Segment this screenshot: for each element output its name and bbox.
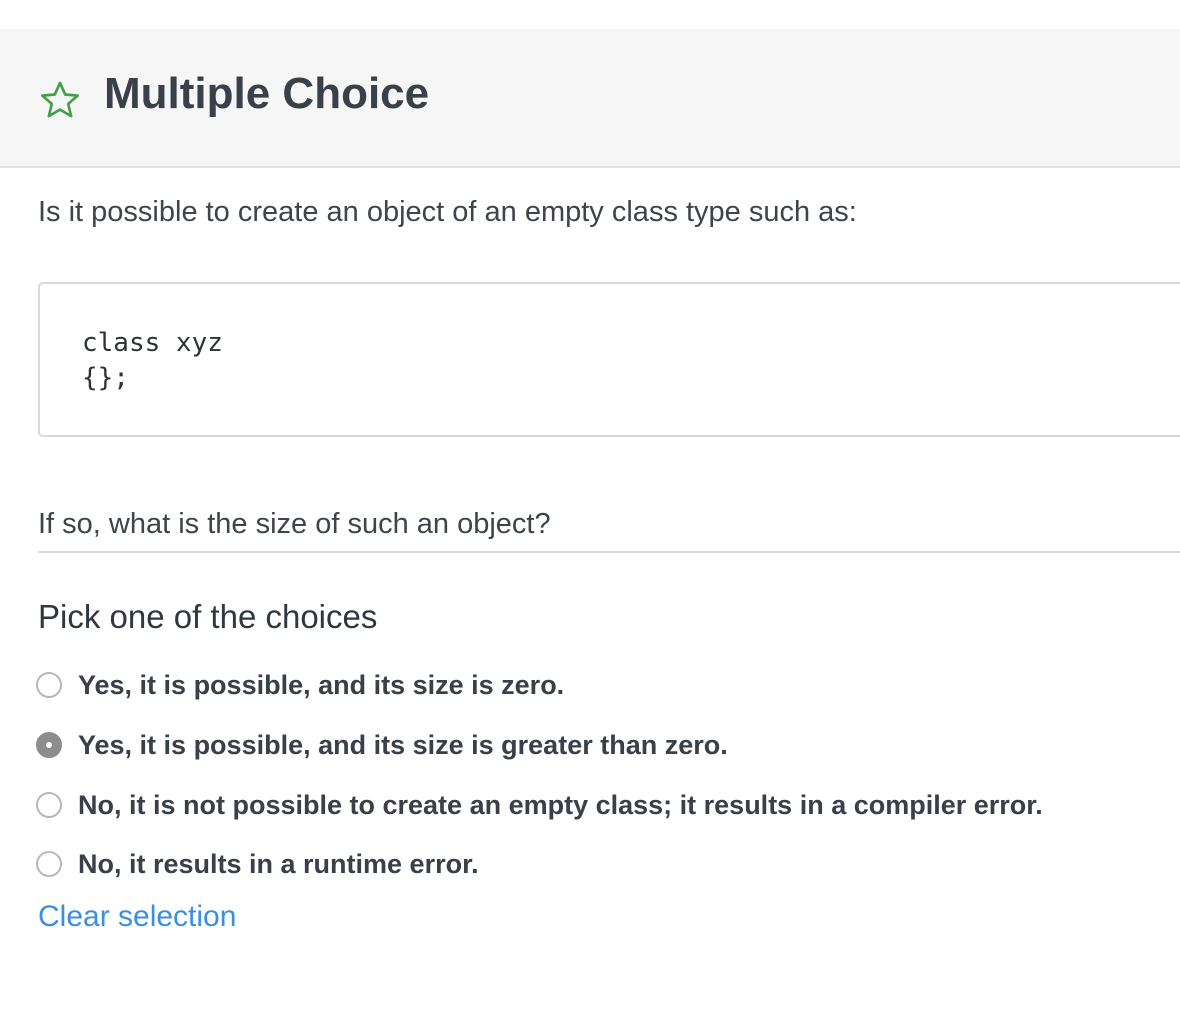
- choice-option-1[interactable]: Yes, it is possible, and its size is zer…: [36, 667, 564, 703]
- choice-label[interactable]: No, it is not possible to create an empt…: [78, 790, 1043, 821]
- choice-label[interactable]: Yes, it is possible, and its size is gre…: [78, 730, 728, 761]
- choices-heading: Pick one of the choices: [38, 598, 378, 635]
- radio-button[interactable]: [36, 851, 62, 877]
- question-followup: If so, what is the size of such an objec…: [38, 508, 551, 540]
- clear-selection-link[interactable]: Clear selection: [38, 897, 236, 937]
- choice-label[interactable]: No, it results in a runtime error.: [78, 849, 479, 880]
- choice-option-4[interactable]: No, it results in a runtime error.: [36, 846, 479, 882]
- quiz-page: Multiple Choice Is it possible to create…: [0, 0, 1180, 1028]
- divider: [38, 551, 1180, 553]
- choice-option-2[interactable]: Yes, it is possible, and its size is gre…: [36, 727, 728, 763]
- question-type-title: Multiple Choice: [104, 69, 430, 118]
- code-line: class xyz: [82, 328, 223, 358]
- star-outline-icon[interactable]: [37, 78, 83, 124]
- radio-button[interactable]: [36, 732, 62, 758]
- question-text: Is it possible to create an object of an…: [38, 196, 857, 228]
- radio-button[interactable]: [36, 792, 62, 818]
- choice-option-3[interactable]: No, it is not possible to create an empt…: [36, 787, 1043, 823]
- code-block: class xyz {};: [38, 282, 1180, 437]
- radio-button[interactable]: [36, 672, 62, 698]
- choice-label[interactable]: Yes, it is possible, and its size is zer…: [78, 670, 564, 701]
- code-line: {};: [82, 363, 129, 393]
